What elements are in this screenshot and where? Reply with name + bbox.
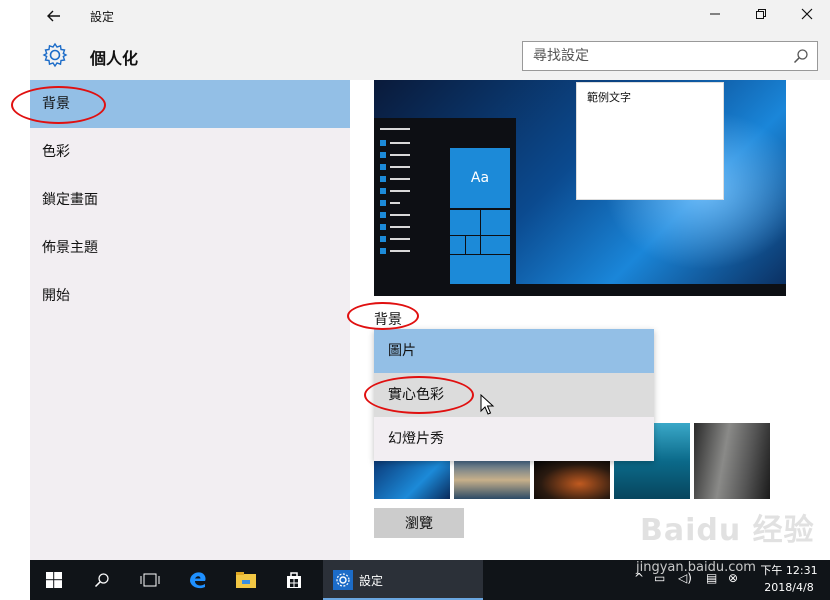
- clock-date: 2018/4/8: [764, 581, 814, 594]
- wallpaper-thumbnail[interactable]: [534, 461, 610, 499]
- preview-start-square: [380, 140, 386, 146]
- volume-icon[interactable]: ◁): [678, 571, 692, 585]
- taskbar-app-label: 設定: [359, 574, 384, 588]
- preview-start-line: [390, 154, 410, 156]
- taskbar: 設定 ^ ▭ ◁) ▤ ⊗ 下午 12:31 2018/4/8: [30, 560, 830, 600]
- preview-sample-window: 範例文字: [576, 82, 724, 200]
- preview-start-square: [380, 188, 386, 194]
- preview-start-line: [390, 226, 410, 228]
- taskbar-search-button[interactable]: [78, 560, 126, 600]
- preview-start-square: [380, 176, 386, 182]
- preview-start-line: [390, 250, 410, 252]
- start-button[interactable]: [30, 560, 78, 600]
- preview-start-square: [380, 236, 386, 242]
- close-button[interactable]: [784, 0, 830, 32]
- preview-start-square: [380, 248, 386, 254]
- gear-icon: [333, 570, 353, 590]
- back-button[interactable]: [42, 4, 66, 28]
- minimize-icon: [710, 13, 720, 15]
- preview-start-square: [380, 224, 386, 230]
- task-view-icon: [140, 573, 160, 587]
- tile-divider: [450, 254, 510, 255]
- preview-tile-aa: Aa: [450, 148, 510, 208]
- sidebar-item-start[interactable]: 開始: [30, 272, 350, 320]
- preview-start-square: [380, 200, 386, 206]
- search-icon[interactable]: [793, 48, 809, 64]
- browse-button[interactable]: 瀏覽: [374, 508, 464, 538]
- window-title: 設定: [90, 10, 115, 24]
- sidebar-item-colors[interactable]: 色彩: [30, 128, 350, 176]
- dropdown-option-slideshow[interactable]: 幻燈片秀: [374, 417, 654, 461]
- clock-time: 下午 12:31: [760, 564, 818, 577]
- system-tray: ^ ▭ ◁) ▤ ⊗: [630, 560, 750, 600]
- ime-icon[interactable]: ⊗: [728, 571, 738, 585]
- preview-start-line: [390, 214, 410, 216]
- file-explorer-icon: [236, 572, 256, 588]
- preview-start-line: [380, 128, 410, 130]
- task-view-button[interactable]: [126, 560, 174, 600]
- search-input[interactable]: [523, 42, 791, 70]
- preview-start-line: [390, 142, 410, 144]
- dropdown-option-solid-color[interactable]: 實心色彩: [374, 373, 654, 417]
- store-button[interactable]: [270, 560, 318, 600]
- maximize-button[interactable]: [738, 0, 784, 32]
- sidebar-item-background[interactable]: 背景: [30, 80, 350, 128]
- preview-start-menu: Aa: [374, 118, 516, 296]
- chevron-up-icon[interactable]: ^: [634, 571, 644, 585]
- main-content: Aa 範例文字 背景 圖片 實心色彩 幻燈片秀 瀏覽: [350, 80, 830, 560]
- wallpaper-thumbnail[interactable]: [694, 423, 770, 499]
- tile-divider: [465, 235, 466, 254]
- taskbar-clock[interactable]: 下午 12:31 2018/4/8: [752, 562, 826, 596]
- store-icon: [287, 572, 301, 588]
- background-preview: Aa 範例文字: [374, 80, 786, 296]
- notification-icon[interactable]: ▤: [706, 571, 717, 585]
- wallpaper-thumbnail[interactable]: [374, 461, 450, 499]
- mouse-cursor-icon: [480, 394, 495, 415]
- search-box[interactable]: [522, 41, 818, 71]
- preview-tile-grid: [450, 210, 510, 286]
- file-explorer-button[interactable]: [222, 560, 270, 600]
- minimize-button[interactable]: [692, 0, 738, 32]
- sidebar-item-lock-screen[interactable]: 鎖定畫面: [30, 176, 350, 224]
- preview-start-square: [380, 164, 386, 170]
- page-title: 個人化: [90, 49, 139, 68]
- preview-start-square: [380, 152, 386, 158]
- edge-icon: [190, 572, 206, 589]
- windows-start-icon: [46, 572, 62, 588]
- close-icon: [801, 8, 813, 20]
- title-bar: 設定: [30, 0, 830, 32]
- maximize-icon: [756, 9, 766, 19]
- background-label: 背景: [374, 312, 402, 328]
- tile-divider: [480, 210, 481, 254]
- preview-start-line: [390, 202, 400, 204]
- background-type-dropdown[interactable]: 圖片 實心色彩 幻燈片秀: [374, 329, 654, 461]
- settings-header: 個人化: [30, 32, 830, 80]
- wallpaper-thumbnail[interactable]: [454, 461, 530, 499]
- preview-sample-text: 範例文字: [587, 91, 631, 104]
- sidebar-item-themes[interactable]: 佈景主題: [30, 224, 350, 272]
- edge-button[interactable]: [174, 560, 222, 600]
- taskbar-app-settings[interactable]: 設定: [323, 560, 483, 600]
- gear-icon: [42, 42, 68, 68]
- preview-start-line: [390, 178, 410, 180]
- sidebar: 背景 色彩 鎖定畫面 佈景主題 開始: [30, 80, 350, 560]
- preview-start-line: [390, 190, 410, 192]
- preview-start-square: [380, 212, 386, 218]
- network-icon[interactable]: ▭: [654, 571, 665, 585]
- preview-start-line: [390, 238, 410, 240]
- preview-start-line: [390, 166, 410, 168]
- search-icon: [94, 573, 109, 588]
- dropdown-option-picture[interactable]: 圖片: [374, 329, 654, 373]
- preview-taskbar: [374, 284, 786, 296]
- arrow-left-icon: [47, 10, 60, 22]
